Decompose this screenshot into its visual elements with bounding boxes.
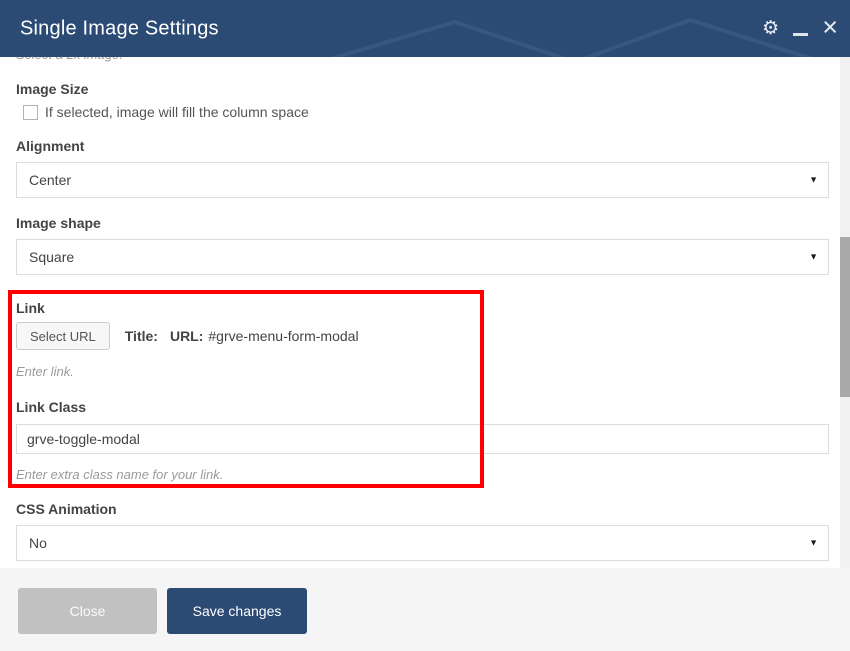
image-size-checkbox-label: If selected, image will fill the column … [45, 104, 309, 120]
select-2x-image-hint: Select a 2x image. [16, 57, 829, 63]
single-image-settings-modal: Single Image Settings ⚙ × Select a 2x im… [0, 0, 850, 651]
image-size-checkbox[interactable] [23, 104, 38, 120]
image-size-label: Image Size [16, 81, 89, 97]
link-url-label: URL: [169, 328, 204, 344]
link-class-hint: Enter extra class name for your link. [16, 467, 224, 482]
link-class-label: Link Class [16, 399, 87, 415]
image-shape-select[interactable]: Square [17, 240, 828, 274]
alignment-label: Alignment [16, 138, 85, 154]
image-shape-label: Image shape [16, 215, 101, 231]
link-hint: Enter link. [16, 364, 74, 379]
css-animation-select-wrap: No ▼ [16, 525, 829, 561]
image-size-checkbox-row: If selected, image will fill the column … [16, 104, 829, 120]
link-class-input[interactable] [16, 424, 829, 454]
minimize-icon[interactable] [793, 33, 809, 36]
link-title-label: Title: [124, 328, 158, 344]
save-changes-button[interactable]: Save changes [167, 588, 307, 634]
image-shape-select-wrap: Square ▼ [16, 239, 829, 275]
link-url-value: #grve-menu-form-modal [208, 328, 359, 344]
link-label: Link [16, 300, 45, 316]
clipped-hint-row: Select a 2x image. [16, 57, 829, 64]
modal-header: Single Image Settings ⚙ × [0, 0, 850, 57]
css-animation-label: CSS Animation [16, 501, 117, 517]
close-icon[interactable]: × [822, 14, 838, 41]
select-url-button[interactable]: Select URL [16, 322, 110, 350]
css-animation-select[interactable]: No [17, 526, 828, 560]
header-icons: ⚙ × [762, 0, 838, 57]
scrollbar-track[interactable] [840, 57, 850, 568]
alignment-select[interactable]: Center [17, 163, 828, 197]
close-button[interactable]: Close [18, 588, 157, 634]
modal-title: Single Image Settings [20, 17, 219, 39]
scrollbar-thumb[interactable] [840, 237, 850, 397]
link-url-row: Select URL Title: URL: #grve-menu-form-m… [16, 322, 829, 350]
gear-icon[interactable]: ⚙ [762, 19, 779, 38]
modal-content: Select a 2x image. Image Size If selecte… [0, 57, 850, 568]
modal-footer: Close Save changes [0, 568, 850, 651]
alignment-select-wrap: Center ▼ [16, 162, 829, 198]
